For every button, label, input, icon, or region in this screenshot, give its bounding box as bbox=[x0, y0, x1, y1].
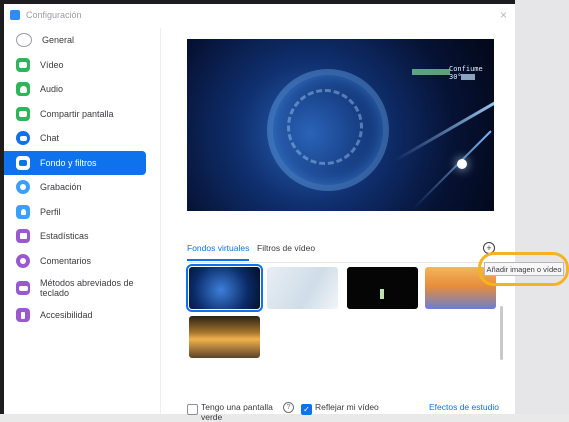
sidebar-item-label: Fondo y filtros bbox=[40, 157, 97, 168]
sidebar-item-label: General bbox=[42, 35, 75, 46]
background-thumbnail-room[interactable] bbox=[189, 316, 260, 358]
sidebar-item-label: Accesibilidad bbox=[40, 310, 93, 321]
sidebar-item-label: Vídeo bbox=[40, 59, 64, 70]
video-icon bbox=[16, 57, 30, 72]
sidebar-item-label: Audio bbox=[40, 84, 64, 95]
preview-hud-box bbox=[461, 74, 475, 80]
preview-light-flare bbox=[457, 159, 467, 169]
background-filters-panel: Confiume 30° Fondos virtuales Filtros de… bbox=[161, 28, 515, 422]
settings-window: Configuración × General Vídeo Audio Comp… bbox=[0, 0, 515, 422]
chat-icon bbox=[16, 131, 30, 146]
background-gallery bbox=[186, 264, 499, 360]
settings-sidebar: General Vídeo Audio Compartir pantalla C… bbox=[4, 28, 161, 414]
zoom-app-icon bbox=[10, 10, 20, 20]
headphones-icon bbox=[16, 82, 30, 97]
close-icon[interactable]: × bbox=[500, 8, 507, 22]
sidebar-item-label: Métodos abreviados de teclado bbox=[40, 278, 134, 298]
sidebar-item-label: Chat bbox=[40, 133, 60, 144]
title-bar: Configuración × bbox=[4, 4, 515, 28]
sidebar-item-recording[interactable]: Grabación bbox=[4, 175, 160, 200]
preview-inner-ring bbox=[287, 89, 363, 165]
background-thumbnail-space[interactable] bbox=[186, 264, 263, 312]
background-tabs: Fondos virtuales Filtros de vídeo bbox=[187, 243, 494, 261]
sidebar-item-general[interactable]: General bbox=[4, 28, 160, 53]
statistics-icon bbox=[16, 229, 30, 244]
record-icon bbox=[16, 180, 30, 195]
sidebar-item-video[interactable]: Vídeo bbox=[4, 53, 160, 78]
tabs-divider bbox=[187, 262, 494, 263]
sidebar-item-label: Comentarios bbox=[40, 255, 92, 266]
green-screen-label: Tengo una pantalla verde bbox=[201, 402, 273, 422]
sidebar-item-label: Perfil bbox=[40, 206, 61, 217]
preview-hud-bar bbox=[412, 69, 450, 75]
background-thumbnail-light[interactable] bbox=[267, 267, 338, 309]
sidebar-item-keyboard-shortcuts[interactable]: Métodos abreviados de teclado bbox=[4, 273, 160, 303]
video-preview: Confiume 30° bbox=[187, 39, 494, 211]
sidebar-item-label: Estadísticas bbox=[40, 231, 89, 242]
desktop-background bbox=[515, 0, 569, 414]
mirror-video-checkbox[interactable]: ✓ bbox=[301, 404, 312, 415]
green-screen-checkbox[interactable] bbox=[187, 404, 198, 415]
mirror-video-label: Reflejar mi vídeo bbox=[315, 402, 379, 412]
sidebar-item-accessibility[interactable]: Accesibilidad bbox=[4, 303, 160, 328]
share-screen-icon bbox=[16, 106, 30, 121]
tooltip-highlight-annotation bbox=[478, 252, 569, 286]
gallery-scrollbar[interactable] bbox=[500, 306, 503, 360]
feedback-icon bbox=[16, 253, 30, 268]
sidebar-item-audio[interactable]: Audio bbox=[4, 77, 160, 102]
keyboard-icon bbox=[16, 281, 30, 295]
sidebar-item-share-screen[interactable]: Compartir pantalla bbox=[4, 102, 160, 127]
accessibility-icon bbox=[16, 308, 30, 323]
window-title: Configuración bbox=[26, 10, 82, 20]
sidebar-item-label: Compartir pantalla bbox=[40, 108, 114, 119]
sidebar-item-chat[interactable]: Chat bbox=[4, 126, 160, 151]
background-thumbnail-dark[interactable] bbox=[347, 267, 418, 309]
sidebar-item-background-filters[interactable]: Fondo y filtros bbox=[4, 150, 146, 175]
help-icon[interactable]: ? bbox=[283, 402, 294, 413]
profile-icon bbox=[16, 204, 30, 219]
tab-video-filters[interactable]: Filtros de vídeo bbox=[257, 243, 315, 259]
sidebar-item-profile[interactable]: Perfil bbox=[4, 200, 160, 225]
studio-effects-link[interactable]: Efectos de estudio bbox=[429, 402, 499, 412]
background-options-footer: Tengo una pantalla verde ? ✓ Reflejar mi… bbox=[187, 400, 507, 422]
preview-light-beam bbox=[394, 99, 494, 162]
sidebar-item-feedback[interactable]: Comentarios bbox=[4, 249, 160, 274]
background-icon bbox=[16, 155, 30, 170]
tab-virtual-backgrounds[interactable]: Fondos virtuales bbox=[187, 243, 250, 261]
general-icon bbox=[16, 33, 32, 48]
sidebar-item-statistics[interactable]: Estadísticas bbox=[4, 224, 160, 249]
sidebar-item-label: Grabación bbox=[40, 182, 82, 193]
